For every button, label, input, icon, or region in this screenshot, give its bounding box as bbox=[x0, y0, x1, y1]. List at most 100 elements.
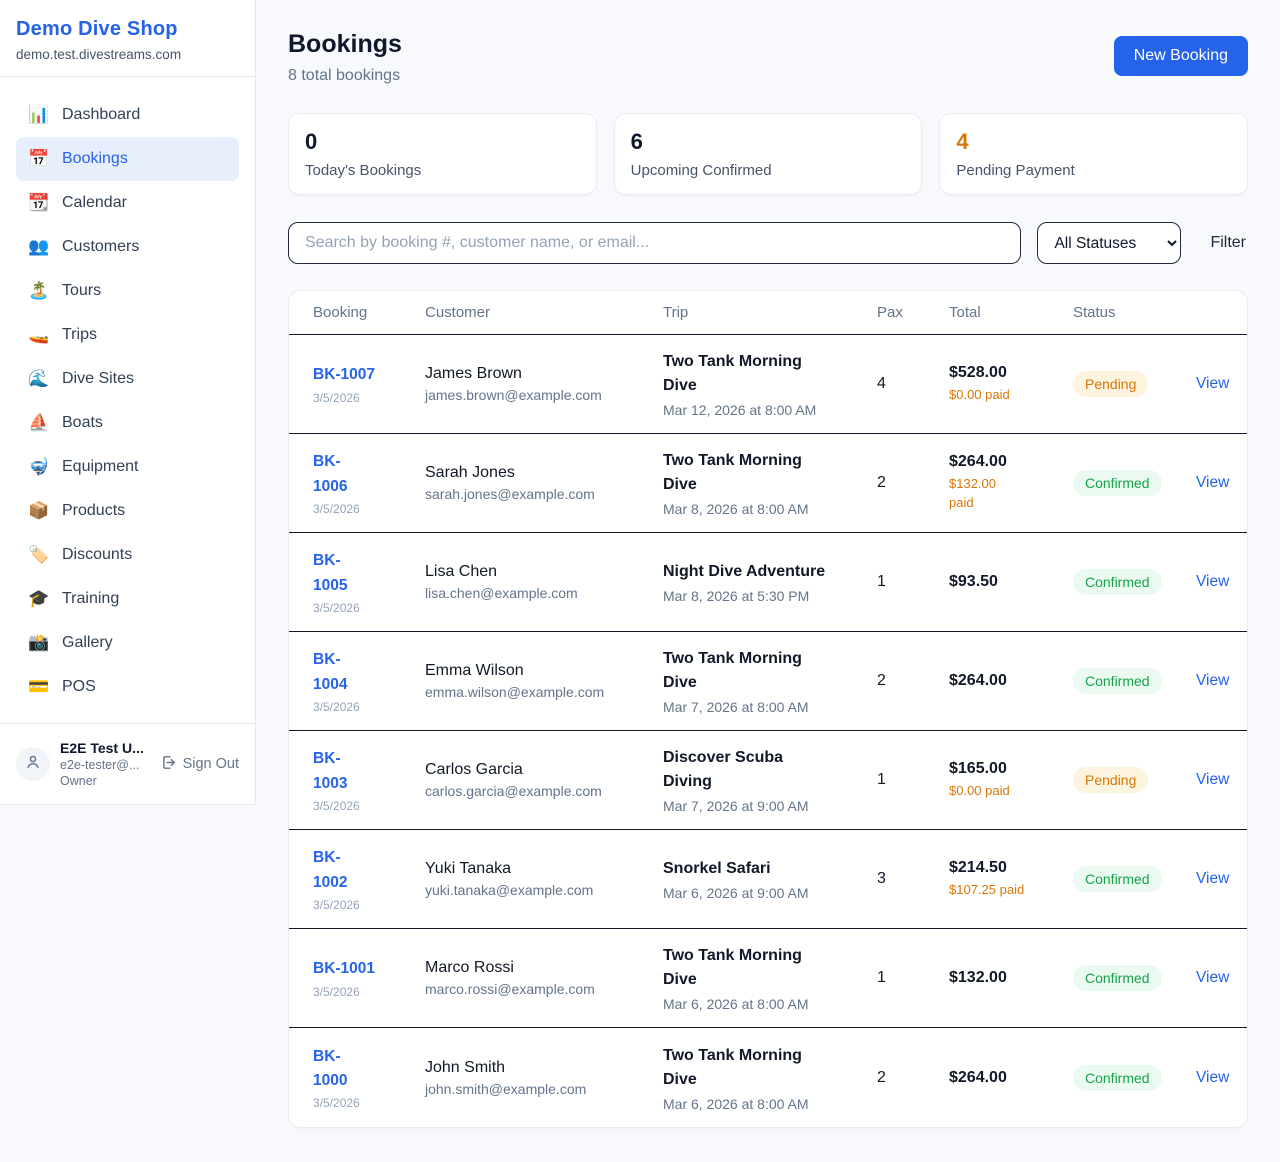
trips-icon: 🚤 bbox=[28, 325, 48, 345]
customer-name: Emma Wilson bbox=[425, 662, 651, 680]
column-header-status: Status bbox=[1073, 304, 1196, 321]
booking-id-link[interactable]: BK-1001 bbox=[313, 957, 413, 981]
column-header-trip: Trip bbox=[663, 304, 877, 321]
status-badge: Confirmed bbox=[1073, 866, 1162, 892]
trip-datetime: Mar 12, 2026 at 8:00 AM bbox=[663, 402, 865, 418]
status-cell: Pending bbox=[1073, 371, 1196, 397]
stat-label: Pending Payment bbox=[956, 162, 1231, 179]
training-icon: 🎓 bbox=[28, 589, 48, 609]
booking-created-date: 3/5/2026 bbox=[313, 898, 413, 912]
trip-datetime: Mar 7, 2026 at 8:00 AM bbox=[663, 699, 865, 715]
trip-cell: Two Tank Morning Dive Mar 6, 2026 at 8:0… bbox=[663, 944, 877, 1012]
customer-email: marco.rossi@example.com bbox=[425, 981, 651, 997]
sidebar-item-bookings[interactable]: 📅 Bookings bbox=[16, 137, 239, 181]
customer-cell: James Brown james.brown@example.com bbox=[425, 365, 663, 403]
view-booking-link[interactable]: View bbox=[1196, 672, 1229, 689]
sidebar-item-pos[interactable]: 💳 POS bbox=[16, 665, 239, 709]
total-cell: $264.00 bbox=[949, 1069, 1073, 1087]
total-cell: $264.00 $132.00 paid bbox=[949, 453, 1073, 513]
sidebar-item-equipment[interactable]: 🤿 Equipment bbox=[16, 445, 239, 489]
sidebar-item-calendar[interactable]: 📆 Calendar bbox=[16, 181, 239, 225]
booking-id-link[interactable]: BK- 1005 bbox=[313, 549, 413, 597]
sign-out-label: Sign Out bbox=[183, 756, 239, 772]
view-booking-link[interactable]: View bbox=[1196, 969, 1229, 986]
table-row: BK- 1000 3/5/2026 John Smith john.smith@… bbox=[289, 1028, 1247, 1127]
sidebar-item-customers[interactable]: 👥 Customers bbox=[16, 225, 239, 269]
page-title-block: Bookings 8 total bookings bbox=[288, 30, 402, 85]
customer-name: John Smith bbox=[425, 1059, 651, 1077]
sidebar-item-training[interactable]: 🎓 Training bbox=[16, 577, 239, 621]
view-booking-link[interactable]: View bbox=[1196, 474, 1229, 491]
sidebar-item-label: Trips bbox=[62, 326, 97, 344]
trip-cell: Two Tank Morning Dive Mar 7, 2026 at 8:0… bbox=[663, 647, 877, 715]
stat-card: 0 Today's Bookings bbox=[288, 113, 597, 195]
customer-cell: John Smith john.smith@example.com bbox=[425, 1059, 663, 1097]
booking-id-link[interactable]: BK- 1002 bbox=[313, 846, 413, 894]
view-booking-link[interactable]: View bbox=[1196, 870, 1229, 887]
sign-out-button[interactable]: Sign Out bbox=[160, 754, 239, 775]
booking-id-link[interactable]: BK- 1000 bbox=[313, 1045, 413, 1093]
customer-cell: Marco Rossi marco.rossi@example.com bbox=[425, 959, 663, 997]
new-booking-button[interactable]: New Booking bbox=[1114, 36, 1248, 76]
customer-name: James Brown bbox=[425, 365, 651, 383]
table-row: BK-1001 3/5/2026 Marco Rossi marco.rossi… bbox=[289, 929, 1247, 1028]
trip-name: Discover Scuba Diving bbox=[663, 746, 865, 794]
view-booking-link[interactable]: View bbox=[1196, 573, 1229, 590]
booking-cell: BK-1007 3/5/2026 bbox=[313, 363, 425, 404]
main-content: Bookings 8 total bookings New Booking 0 … bbox=[256, 0, 1280, 1160]
filter-button[interactable]: Filter bbox=[1208, 230, 1248, 256]
column-header-customer: Customer bbox=[425, 304, 663, 321]
stat-label: Upcoming Confirmed bbox=[631, 162, 906, 179]
sidebar-item-dashboard[interactable]: 📊 Dashboard bbox=[16, 93, 239, 137]
booking-id-link[interactable]: BK- 1004 bbox=[313, 648, 413, 696]
sidebar-nav: 📊 Dashboard 📅 Bookings 📆 Calendar 👥 Cust… bbox=[0, 77, 255, 723]
sidebar-item-gallery[interactable]: 📸 Gallery bbox=[16, 621, 239, 665]
stat-card: 4 Pending Payment bbox=[939, 113, 1248, 195]
logout-icon bbox=[160, 754, 177, 775]
discounts-icon: 🏷️ bbox=[28, 545, 48, 565]
trip-cell: Discover Scuba Diving Mar 7, 2026 at 9:0… bbox=[663, 746, 877, 814]
total-amount: $528.00 bbox=[949, 364, 1061, 382]
booking-id-link[interactable]: BK-1007 bbox=[313, 363, 413, 387]
sidebar-item-boats[interactable]: ⛵ Boats bbox=[16, 401, 239, 445]
actions-cell: View bbox=[1196, 672, 1241, 690]
status-filter-select[interactable]: All Statuses bbox=[1037, 222, 1181, 264]
sidebar-item-products[interactable]: 📦 Products bbox=[16, 489, 239, 533]
booking-id-link[interactable]: BK- 1003 bbox=[313, 747, 413, 795]
customer-email: john.smith@example.com bbox=[425, 1081, 651, 1097]
view-booking-link[interactable]: View bbox=[1196, 1069, 1229, 1086]
sidebar-item-dive-sites[interactable]: 🌊 Dive Sites bbox=[16, 357, 239, 401]
trip-cell: Two Tank Morning Dive Mar 12, 2026 at 8:… bbox=[663, 350, 877, 418]
customer-cell: Sarah Jones sarah.jones@example.com bbox=[425, 464, 663, 502]
search-input[interactable] bbox=[288, 222, 1021, 264]
booking-cell: BK-1001 3/5/2026 bbox=[313, 957, 425, 998]
sidebar-item-tours[interactable]: 🏝️ Tours bbox=[16, 269, 239, 313]
pax-cell: 1 bbox=[877, 771, 949, 789]
view-booking-link[interactable]: View bbox=[1196, 375, 1229, 392]
customer-name: Lisa Chen bbox=[425, 563, 651, 581]
products-icon: 📦 bbox=[28, 501, 48, 521]
sidebar: Demo Dive Shop demo.test.divestreams.com… bbox=[0, 0, 256, 805]
sidebar-item-trips[interactable]: 🚤 Trips bbox=[16, 313, 239, 357]
view-booking-link[interactable]: View bbox=[1196, 771, 1229, 788]
actions-cell: View bbox=[1196, 870, 1241, 888]
trip-datetime: Mar 6, 2026 at 8:00 AM bbox=[663, 1096, 865, 1112]
equipment-icon: 🤿 bbox=[28, 457, 48, 477]
stat-label: Today's Bookings bbox=[305, 162, 580, 179]
table-header-row: Booking Customer Trip Pax Total Status bbox=[289, 291, 1247, 335]
trip-datetime: Mar 6, 2026 at 8:00 AM bbox=[663, 996, 865, 1012]
booking-created-date: 3/5/2026 bbox=[313, 799, 413, 813]
trip-name: Two Tank Morning Dive bbox=[663, 350, 865, 398]
booking-id-link[interactable]: BK- 1006 bbox=[313, 450, 413, 498]
stat-value: 0 bbox=[305, 129, 580, 155]
pax-cell: 1 bbox=[877, 969, 949, 987]
page-header: Bookings 8 total bookings New Booking bbox=[288, 30, 1248, 85]
customer-email: emma.wilson@example.com bbox=[425, 684, 651, 700]
total-cell: $93.50 bbox=[949, 573, 1073, 591]
sidebar-item-discounts[interactable]: 🏷️ Discounts bbox=[16, 533, 239, 577]
trip-name: Two Tank Morning Dive bbox=[663, 449, 865, 497]
sidebar-item-label: Boats bbox=[62, 414, 103, 432]
status-badge: Confirmed bbox=[1073, 1065, 1162, 1091]
booking-cell: BK- 1004 3/5/2026 bbox=[313, 648, 425, 713]
pos-icon: 💳 bbox=[28, 677, 48, 697]
